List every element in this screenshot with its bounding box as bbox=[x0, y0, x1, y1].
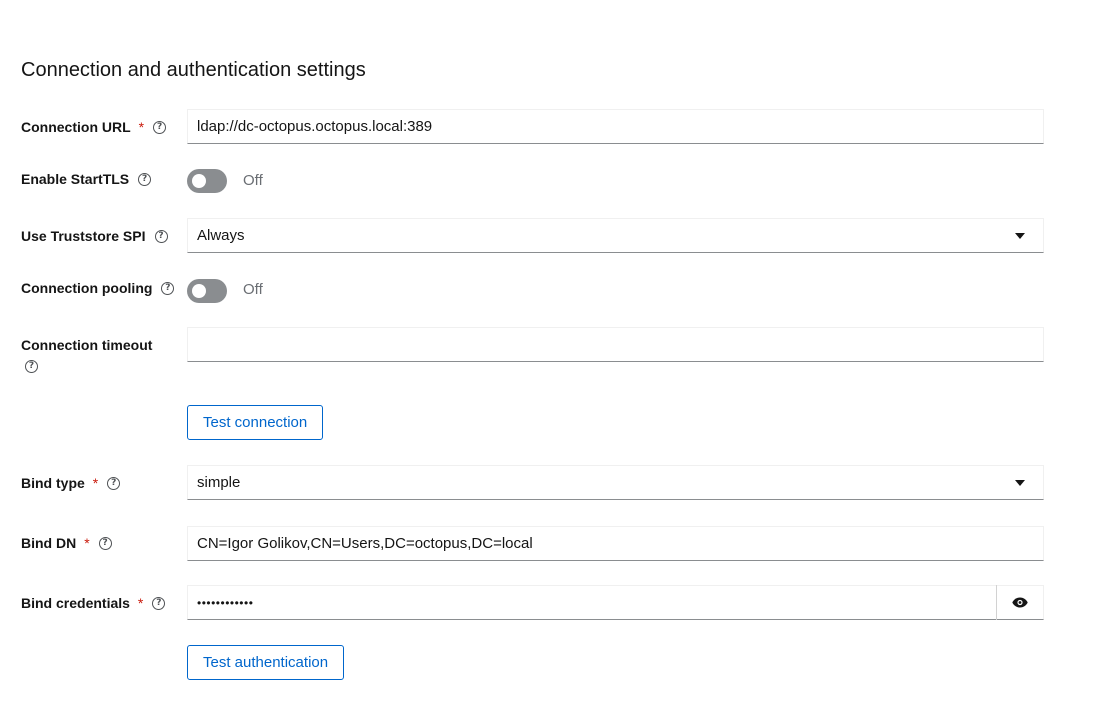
pooling-label-text: Connection pooling bbox=[21, 280, 153, 296]
bind-type-value: simple bbox=[197, 474, 241, 491]
bind-dn-label-text: Bind DN bbox=[21, 535, 77, 551]
caret-down-icon bbox=[1015, 233, 1025, 239]
timeout-label: Connection timeout bbox=[21, 336, 152, 354]
test-connection-button[interactable]: Test connection bbox=[187, 405, 324, 440]
truststore-label-text: Use Truststore SPI bbox=[21, 228, 146, 244]
help-icon[interactable]: ? bbox=[152, 596, 166, 610]
caret-down-icon bbox=[1015, 480, 1025, 486]
connection-url-input[interactable]: ldap://dc-octopus.octopus.local:389 bbox=[187, 109, 1044, 144]
bind-credentials-label: Bind credentials * ? bbox=[21, 594, 166, 612]
eye-icon bbox=[1012, 597, 1028, 608]
truststore-select[interactable]: Always bbox=[187, 218, 1044, 253]
required-indicator: * bbox=[84, 535, 90, 551]
pooling-state: Off bbox=[243, 281, 263, 298]
bind-type-label: Bind type * ? bbox=[21, 474, 121, 492]
help-icon[interactable]: ? bbox=[138, 172, 152, 186]
help-icon[interactable]: ? bbox=[154, 229, 168, 243]
pooling-label: Connection pooling ? bbox=[21, 279, 175, 297]
bind-type-select[interactable]: simple bbox=[187, 465, 1044, 500]
bind-dn-input[interactable]: CN=Igor Golikov,CN=Users,DC=octopus,DC=l… bbox=[187, 526, 1044, 561]
test-authentication-button[interactable]: Test authentication bbox=[187, 645, 345, 680]
help-icon[interactable]: ? bbox=[153, 120, 167, 134]
bind-credentials-value: •••••••••••• bbox=[197, 596, 254, 610]
bind-credentials-input[interactable]: •••••••••••• bbox=[187, 585, 1044, 620]
help-icon[interactable]: ? bbox=[161, 281, 175, 295]
bind-type-label-text: Bind type bbox=[21, 475, 85, 491]
connection-url-label-text: Connection URL bbox=[21, 119, 131, 135]
show-password-button[interactable] bbox=[996, 585, 1043, 620]
timeout-help-row: ? bbox=[16, 360, 38, 373]
help-icon[interactable]: ? bbox=[25, 360, 38, 373]
help-icon[interactable]: ? bbox=[98, 536, 112, 550]
section-title: Connection and authentication settings bbox=[21, 59, 366, 81]
bind-credentials-label-text: Bind credentials bbox=[21, 595, 130, 611]
help-icon[interactable]: ? bbox=[107, 476, 121, 490]
required-indicator: * bbox=[92, 475, 99, 491]
required-indicator: * bbox=[138, 119, 145, 135]
start-tls-label: Enable StartTLS ? bbox=[21, 170, 152, 188]
bind-dn-value: CN=Igor Golikov,CN=Users,DC=octopus,DC=l… bbox=[197, 535, 533, 552]
required-indicator: * bbox=[137, 595, 144, 611]
start-tls-state: Off bbox=[243, 172, 263, 189]
connection-url-label: Connection URL * ? bbox=[21, 118, 167, 136]
timeout-label-text: Connection timeout bbox=[21, 337, 153, 353]
start-tls-toggle[interactable] bbox=[187, 169, 227, 193]
toggle-knob bbox=[192, 174, 206, 188]
timeout-input[interactable] bbox=[187, 327, 1044, 362]
bind-dn-label: Bind DN * ? bbox=[21, 534, 112, 552]
truststore-label: Use Truststore SPI ? bbox=[21, 227, 168, 245]
start-tls-label-text: Enable StartTLS bbox=[21, 171, 130, 187]
pooling-toggle[interactable] bbox=[187, 279, 227, 303]
truststore-value: Always bbox=[197, 227, 245, 244]
toggle-knob bbox=[192, 284, 206, 298]
connection-url-value: ldap://dc-octopus.octopus.local:389 bbox=[197, 118, 433, 135]
